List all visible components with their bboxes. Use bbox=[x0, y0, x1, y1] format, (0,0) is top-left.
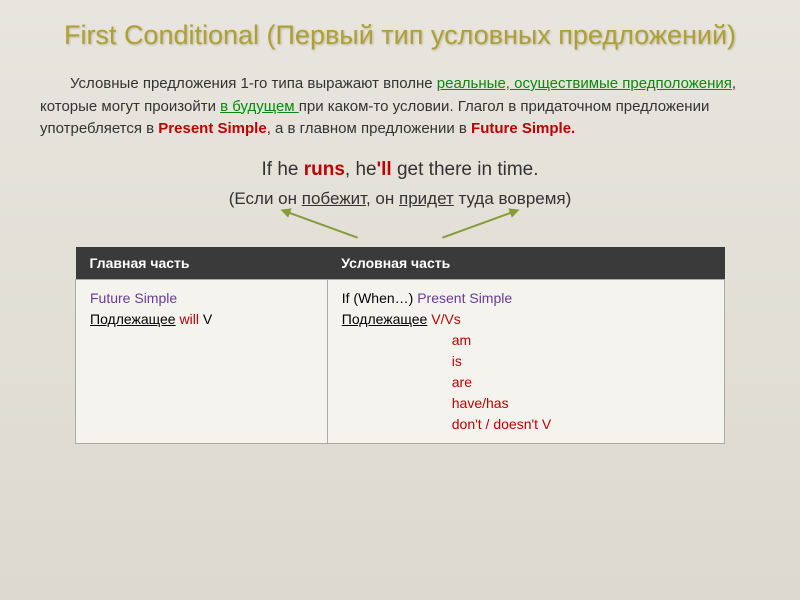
ex-ru-3: туда вовремя) bbox=[454, 189, 572, 208]
table-cell-main: Future Simple Подлежащее will V bbox=[76, 279, 328, 443]
cell2-subject: Подлежащее bbox=[342, 311, 428, 327]
green-text-2: в будущем bbox=[220, 98, 299, 115]
ex-en-1: If he bbox=[261, 159, 303, 180]
cell1-will: will bbox=[176, 311, 199, 327]
cell2-vvs: V/Vs bbox=[427, 311, 460, 327]
cell1-tense: Future Simple bbox=[90, 290, 177, 306]
ex-en-2: , he bbox=[345, 159, 377, 180]
text-part-1: Условные предложения 1-го типа выражают … bbox=[70, 75, 437, 92]
ex-ru-1: Если он bbox=[234, 189, 301, 208]
ex-ru-u1: побежит bbox=[302, 189, 366, 208]
example-english: If he runs, he'll get there in time. bbox=[40, 159, 760, 181]
body-paragraph: Условные предложения 1-го типа выражают … bbox=[40, 73, 760, 141]
ex-en-verb2: 'll bbox=[377, 159, 392, 180]
cell2-if: If (When…) bbox=[342, 290, 417, 306]
text-part-4: , а в главном предложении в bbox=[267, 120, 471, 137]
arrow-right-icon bbox=[442, 209, 518, 238]
slide-title: First Conditional (Первый тип условных п… bbox=[40, 20, 760, 51]
red-text-1: Present Simple bbox=[158, 120, 266, 137]
ex-en-verb1: runs bbox=[304, 159, 345, 180]
cell2-have: have/has bbox=[342, 395, 509, 411]
table-row: Future Simple Подлежащее will V If (When… bbox=[76, 279, 725, 443]
arrows-container bbox=[40, 217, 760, 247]
ex-ru-2: , он bbox=[366, 189, 399, 208]
ex-en-3: get there in time. bbox=[392, 159, 539, 180]
example-russian: (Если он побежит, он придет туда вовремя… bbox=[40, 189, 760, 209]
ex-ru-u2: придет bbox=[399, 189, 454, 208]
cell2-dont: don't / doesn't V bbox=[342, 416, 552, 432]
cell2-is: is bbox=[342, 353, 462, 369]
green-text-1: реальные, осуществимые предположения bbox=[437, 75, 732, 92]
cell2-am: am bbox=[342, 332, 471, 348]
cell2-are: are bbox=[342, 374, 472, 390]
table-cell-conditional: If (When…) Present Simple Подлежащее V/V… bbox=[327, 279, 724, 443]
table-header-2: Условная часть bbox=[327, 247, 724, 280]
grammar-table: Главная часть Условная часть Future Simp… bbox=[75, 247, 725, 444]
red-text-2: Future Simple. bbox=[471, 120, 575, 137]
arrow-left-icon bbox=[282, 209, 358, 238]
cell1-subject: Подлежащее bbox=[90, 311, 176, 327]
cell1-v: V bbox=[199, 311, 212, 327]
table-header-row: Главная часть Условная часть bbox=[76, 247, 725, 280]
table-header-1: Главная часть bbox=[76, 247, 328, 280]
cell2-tense: Present Simple bbox=[417, 290, 512, 306]
